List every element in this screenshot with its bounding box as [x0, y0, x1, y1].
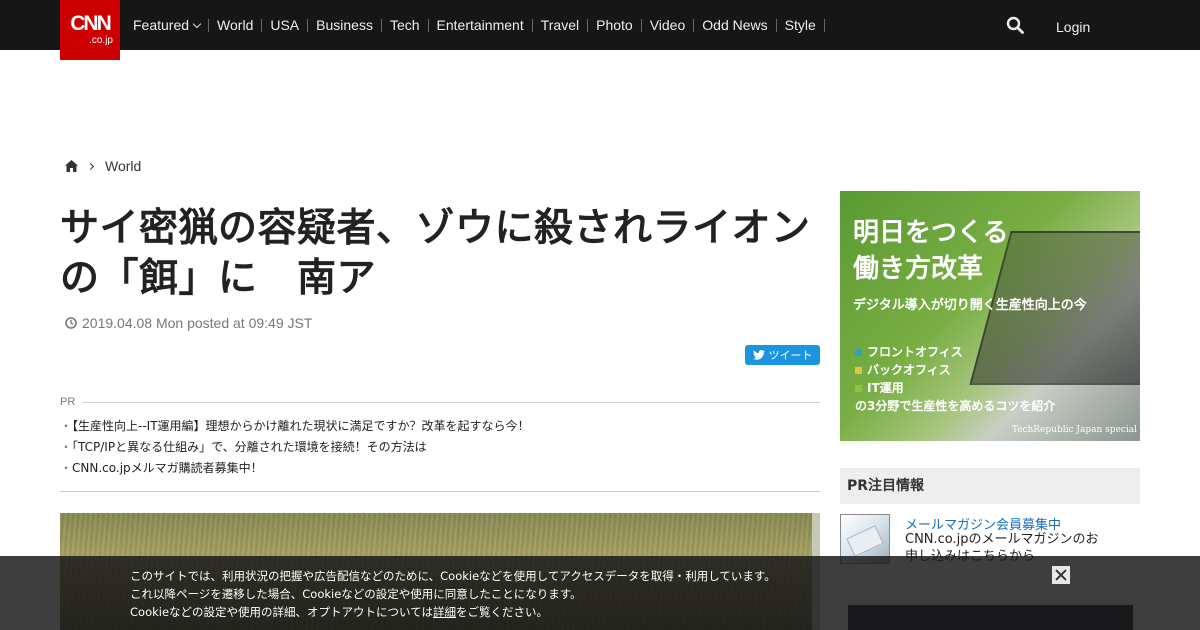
breadcrumb-world[interactable]: World [105, 158, 141, 174]
cnn-logo[interactable]: CNN .co.jp [60, 0, 120, 60]
twitter-icon [752, 350, 765, 360]
breadcrumb: World [65, 158, 141, 174]
pr-link-item[interactable]: 「TCP/IPと異なる仕組み」で、分離された環境を接続！その方法は [60, 437, 820, 458]
nav-item-travel[interactable]: Travel [533, 18, 589, 32]
nav-item-featured[interactable]: Featured [125, 16, 210, 33]
main-nav: Featured World USA Business Tech Enterta… [125, 0, 825, 50]
ad-item-list: フロントオフィス バックオフィス IT運用 [855, 343, 963, 397]
cookie-line: このサイトでは、利用状況の把握や広告配信などのために、Cookieなどを使用して… [130, 569, 776, 583]
ad-item: IT運用 [855, 379, 963, 397]
breadcrumb-separator [86, 162, 95, 170]
article-date-text: 2019.04.08 Mon posted at 09:49 JST [82, 315, 313, 331]
nav-label: Featured [133, 16, 190, 33]
pr-link-item[interactable]: CNN.co.jpメルマガ購読者募集中！ [60, 458, 820, 479]
ad-item: バックオフィス [855, 361, 963, 379]
pr-label: PR [60, 396, 820, 408]
nav-item-world[interactable]: World [209, 18, 263, 32]
login-link[interactable]: Login [1056, 19, 1090, 35]
chevron-down-icon [192, 19, 202, 28]
cookie-text: Cookieなどの設定や使用の詳細、オプトアウトについては [130, 605, 433, 619]
nav-item-photo[interactable]: Photo [588, 18, 642, 32]
cookie-line: これ以降ページを遷移した場合、Cookieなどの設定や使用に同意したことになりま… [130, 587, 582, 601]
sidebar-ad-banner[interactable]: 明日をつくる 働き方改革 デジタル導入が切り開く生産性向上の今 フロントオフィス… [840, 191, 1140, 441]
ad-headline-line: 働き方改革 [853, 254, 984, 284]
ad-brand: TechRepublic Japan special [1011, 425, 1137, 435]
close-icon[interactable] [1052, 566, 1070, 584]
bullet-square-icon [855, 366, 862, 374]
cookie-text: をご覧ください。 [455, 605, 548, 619]
home-icon[interactable] [65, 160, 78, 172]
nav-item-style[interactable]: Style [777, 18, 825, 32]
cookie-banner: このサイトでは、利用状況の把握や広告配信などのために、Cookieなどを使用して… [0, 556, 1200, 630]
nav-item-usa[interactable]: USA [262, 18, 309, 32]
ad-footer-text: の3分野で生産性を高めるコツを紹介 [855, 399, 1056, 413]
bullet-square-icon [855, 384, 862, 392]
divider [60, 491, 820, 492]
bullet-square-icon [855, 348, 862, 356]
nav-item-business[interactable]: Business [308, 18, 382, 32]
clock-icon [65, 317, 77, 329]
tweet-label: ツイート [768, 349, 813, 362]
nav-item-tech[interactable]: Tech [382, 18, 429, 32]
logo-suffix: .co.jp [89, 35, 113, 46]
nav-item-entertainment[interactable]: Entertainment [429, 18, 533, 32]
nav-item-odd-news[interactable]: Odd News [694, 18, 777, 32]
article-date: 2019.04.08 Mon posted at 09:49 JST [65, 315, 312, 331]
cookie-message: このサイトでは、利用状況の把握や広告配信などのために、Cookieなどを使用して… [130, 567, 830, 621]
tweet-button[interactable]: ツイート [745, 345, 820, 365]
cookie-details-link[interactable]: 詳細 [433, 605, 456, 619]
ad-item-label: フロントオフィス [867, 345, 963, 359]
cookie-line: Cookieなどの設定や使用の詳細、オプトアウトについては詳細をご覧ください。 [130, 603, 830, 621]
ad-item-label: IT運用 [867, 381, 904, 395]
search-icon[interactable] [1006, 16, 1024, 34]
ad-item-label: バックオフィス [867, 363, 951, 377]
nav-item-video[interactable]: Video [642, 18, 695, 32]
article-title: サイ密猟の容疑者、ゾウに殺されライオンの「餌」に 南ア [60, 205, 811, 301]
ad-subheadline: デジタル導入が切り開く生産性向上の今 [853, 298, 1087, 313]
pr-links: PR 【生産性向上--IT運用編】理想からかけ離れた現状に満足ですか？改革を起す… [60, 396, 820, 479]
pr-box-title: PR注目情報 [840, 468, 1140, 504]
logo-brand: CNN [70, 12, 112, 35]
ad-item: フロントオフィス [855, 343, 963, 361]
ad-headline-line: 明日をつくる [853, 218, 1009, 248]
pr-link-item[interactable]: 【生産性向上--IT運用編】理想からかけ離れた現状に満足ですか？改革を起すなら今… [60, 416, 820, 437]
ad-headline: 明日をつくる 働き方改革 [853, 215, 1008, 287]
